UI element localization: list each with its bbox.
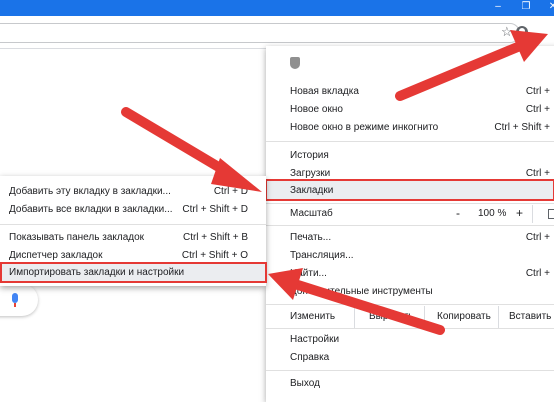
cut-button[interactable]: Вырезать [354,306,424,328]
menu-divider [266,141,554,142]
menu-divider [0,224,266,225]
microphone-icon [12,293,18,303]
menu-item-more-tools[interactable]: Дополнительные инструменты [266,283,554,301]
menu-item-incognito[interactable]: Новое окно в режиме инкогнито Ctrl + Shi… [266,119,554,137]
edit-row: Изменить Вырезать Копировать Вставить [266,306,554,328]
profile-avatar-icon[interactable] [516,26,528,38]
zoom-level: 100 % [478,208,507,219]
restore-button[interactable]: ❐ [513,0,539,16]
menu-item-zoom: Масштаб - 100 % + [266,205,554,223]
menu-item-bookmarks[interactable]: Закладки [266,182,554,200]
submenu-item-show-bookmarks-bar[interactable]: Показывать панель закладок Ctrl + Shift … [0,229,266,247]
submenu-item-bookmark-all-tabs[interactable]: Добавить все вкладки в закладки... Ctrl … [0,201,266,219]
menu-item-print[interactable]: Печать... Ctrl + [266,229,554,247]
fullscreen-icon[interactable] [548,209,554,219]
menu-item-new-tab[interactable]: Новая вкладка Ctrl + [266,83,554,101]
bookmark-star-icon[interactable]: ☆ [501,25,513,39]
shield-icon [290,57,300,69]
chrome-main-menu: Новая вкладка Ctrl + Новое окно Ctrl + Н… [265,46,554,402]
paste-button[interactable]: Вставить [498,306,554,328]
menu-item-history[interactable]: История [266,147,554,165]
menu-divider [266,370,554,371]
menu-divider [266,328,554,329]
voice-search-button[interactable] [0,284,38,316]
menu-divider [266,225,554,226]
menu-item-new-window[interactable]: Новое окно Ctrl + [266,101,554,119]
zoom-out-button[interactable]: - [456,207,460,219]
browser-toolbar: ☆ [0,16,554,49]
close-button[interactable]: ✕ [540,0,554,16]
bookmarks-submenu: Добавить эту вкладку в закладки... Ctrl … [0,176,267,286]
zoom-in-button[interactable]: + [516,207,523,219]
minimize-button[interactable]: ‒ [485,0,511,16]
menu-item-cast[interactable]: Трансляция... [266,247,554,265]
menu-divider [266,304,554,305]
submenu-item-bookmark-tab[interactable]: Добавить эту вкладку в закладки... Ctrl … [0,183,266,201]
menu-item-help[interactable]: Справка [266,349,554,367]
address-input[interactable] [0,23,520,43]
menu-item-find[interactable]: Найти... Ctrl + [266,265,554,283]
menu-item-exit[interactable]: Выход [266,375,554,393]
menu-item-settings[interactable]: Настройки [266,331,554,349]
submenu-item-import-bookmarks[interactable]: Импортировать закладки и настройки [0,264,266,282]
copy-button[interactable]: Копировать [424,306,498,328]
window-titlebar: ‒ ❐ ✕ [0,0,554,16]
menu-divider [266,203,554,204]
